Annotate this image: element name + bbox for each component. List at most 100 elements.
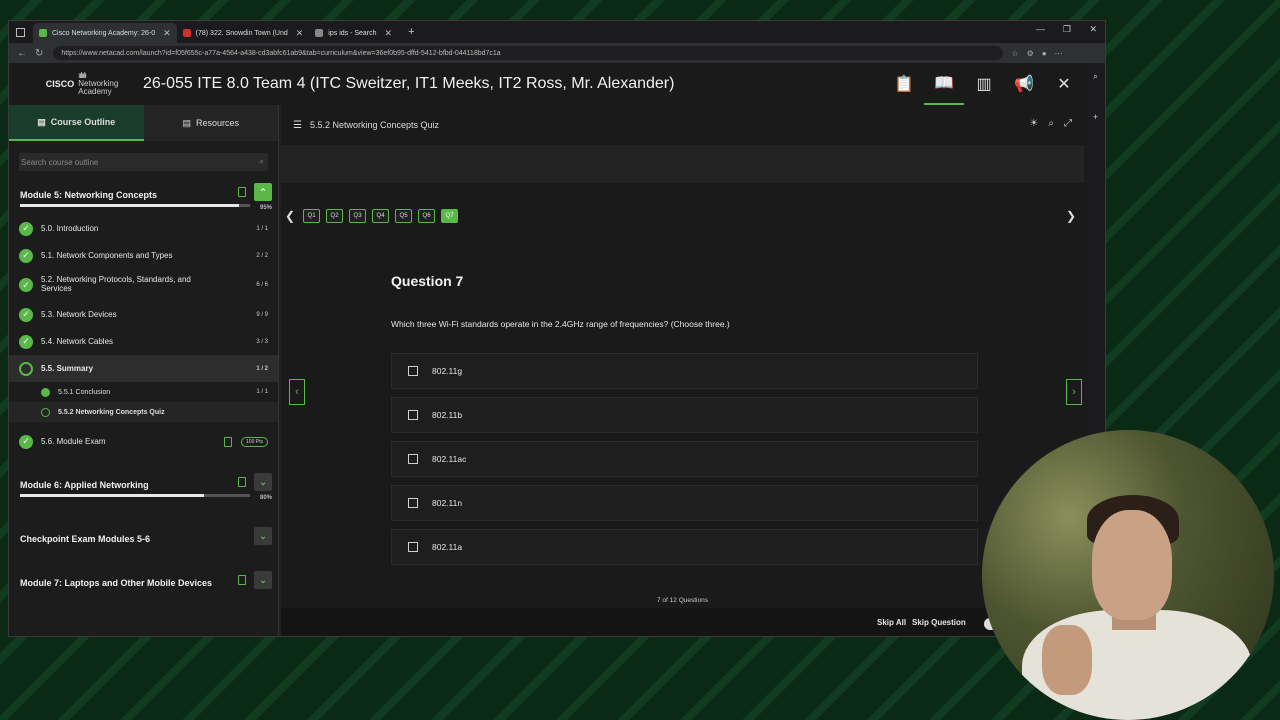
check-icon: ✓ <box>19 248 33 263</box>
minimize-icon[interactable]: — <box>1036 24 1045 34</box>
menu-icon[interactable]: ⋯ <box>1055 49 1063 58</box>
search-placeholder: Search course outline <box>21 157 99 167</box>
browser-tab-netacad[interactable]: Cisco Networking Academy: 26-0 ✕ <box>33 23 177 43</box>
course-title: 26-055 ITE 8.0 Team 4 (ITC Sweitzer, IT1… <box>143 75 675 92</box>
url-field[interactable]: https://www.netacad.com/launch?id=f05f65… <box>53 46 1004 60</box>
next-question-icon[interactable]: ❯ <box>1066 209 1076 223</box>
search-icon[interactable]: ⌕ <box>1048 118 1054 129</box>
option-label: 802.11b <box>432 410 463 420</box>
search-icon[interactable]: ⌕ <box>1084 71 1105 82</box>
search-icon[interactable]: ⌕ <box>260 157 264 167</box>
close-tab-icon[interactable]: ✕ <box>163 28 171 39</box>
checkbox[interactable] <box>408 410 418 420</box>
prev-page-icon[interactable]: ‹ <box>289 379 305 405</box>
complete-dot-icon <box>41 387 50 397</box>
module-6-header[interactable]: Module 6: Applied Networking ⌄ 80% <box>9 471 278 501</box>
bookmark-icon[interactable]: ☆ <box>1011 49 1018 58</box>
chevron-down-icon[interactable]: ⌄ <box>254 527 272 545</box>
question-chip[interactable]: Q3 <box>349 209 367 223</box>
question-chip[interactable]: Q1 <box>303 209 321 223</box>
book-icon[interactable]: 📖 <box>924 63 964 105</box>
expand-icon[interactable]: ⤢ <box>1064 118 1072 129</box>
checkbox[interactable] <box>408 366 418 376</box>
tab-course-outline[interactable]: ▤ Course Outline <box>9 105 144 141</box>
close-course-icon[interactable]: ✕ <box>1044 63 1084 105</box>
outline-item-5-4[interactable]: ✓ 5.4. Network Cables 3 / 3 <box>9 328 278 355</box>
module-progress-bar <box>20 204 250 207</box>
module-title: Module 6: Applied Networking <box>20 480 149 490</box>
grades-chart-icon[interactable]: ▥ <box>964 63 1004 105</box>
outline-search-input[interactable]: Search course outline ⌕ <box>19 153 268 171</box>
tab-label: Cisco Networking Academy: 26-0 <box>52 29 156 37</box>
answer-option[interactable]: 802.11b <box>391 397 978 433</box>
add-icon[interactable]: + <box>1084 112 1105 122</box>
checkbox[interactable] <box>408 454 418 464</box>
question-chip[interactable]: Q2 <box>326 209 344 223</box>
answer-option[interactable]: 802.11a <box>391 529 978 565</box>
reload-icon[interactable]: ↻ <box>35 48 43 59</box>
chevron-down-icon[interactable]: ⌄ <box>254 571 272 589</box>
outline-item-5-5[interactable]: 5.5. Summary 1 / 2 <box>9 355 278 382</box>
clipboard-icon[interactable]: 📋 <box>884 63 924 105</box>
search-favicon-icon <box>315 29 324 37</box>
tab-actions-icon[interactable] <box>16 27 25 37</box>
answer-option[interactable]: 802.11n <box>391 485 978 521</box>
resources-icon: ▤ <box>182 117 191 128</box>
outline-subitem-5-5-1[interactable]: 5.5.1 Conclusion 1 / 1 <box>9 382 278 402</box>
tab-label: (78) 322. Snowdin Town (Und <box>195 29 288 37</box>
item-label: 5.5. Summary <box>41 364 94 373</box>
app-header: ıılıılı CISCO Networking Academy 26-055 … <box>9 63 1084 105</box>
cisco-logo[interactable]: ıılıılı CISCO Networking Academy <box>41 72 123 96</box>
close-tab-icon[interactable]: ✕ <box>385 28 393 39</box>
check-icon: ✓ <box>19 307 33 322</box>
profile-icon[interactable]: ● <box>1042 49 1047 58</box>
item-count: 1 / 1 <box>256 225 268 232</box>
logo-academy-text: Academy <box>78 87 112 96</box>
outline-item-5-6[interactable]: ✓ 5.6. Module Exam 100 Pts <box>9 428 278 455</box>
restore-icon[interactable]: ❐ <box>1063 24 1071 35</box>
netacad-favicon-icon <box>39 29 47 37</box>
back-icon[interactable]: ← <box>17 48 27 59</box>
checkpoint-exam-header[interactable]: Checkpoint Exam Modules 5-6 ⌄ <box>9 525 278 553</box>
outline-item-5-1[interactable]: ✓ 5.1. Network Components and Types 2 / … <box>9 242 278 269</box>
answer-option[interactable]: 802.11g <box>391 353 978 389</box>
outline-item-5-3[interactable]: ✓ 5.3. Network Devices 9 / 9 <box>9 301 278 328</box>
logo-cisco-text: CISCO <box>45 79 75 89</box>
announcements-icon[interactable]: 📢 <box>1004 63 1044 105</box>
browser-tab-search[interactable]: ips ids - Search ✕ <box>309 23 398 43</box>
address-bar-row: ← ↻ https://www.netacad.com/launch?id=f0… <box>9 43 1105 63</box>
answer-option[interactable]: 802.11ac <box>391 441 978 477</box>
question-chip-current[interactable]: Q7 <box>441 209 459 223</box>
outline-item-5-2[interactable]: ✓ 5.2. Networking Protocols, Standards, … <box>9 269 278 301</box>
module-5-header[interactable]: Module 5: Networking Concepts ⌃ 95% <box>9 181 278 211</box>
option-label: 802.11n <box>432 498 463 508</box>
question-chip[interactable]: Q6 <box>418 209 436 223</box>
new-tab-icon[interactable]: + <box>408 26 414 38</box>
subitem-label: 5.5.2 Networking Concepts Quiz <box>58 408 165 416</box>
outline-item-5-0[interactable]: ✓ 5.0. Introduction 1 / 1 <box>9 215 278 242</box>
browser-tab-youtube[interactable]: (78) 322. Snowdin Town (Und ✕ <box>177 23 310 43</box>
close-window-icon[interactable]: ✕ <box>1089 24 1097 35</box>
tab-resources[interactable]: ▤ Resources <box>143 105 278 141</box>
question-chip[interactable]: Q4 <box>372 209 390 223</box>
chevron-up-icon[interactable]: ⌃ <box>254 183 272 201</box>
prev-question-icon[interactable]: ❮ <box>285 209 295 223</box>
close-tab-icon[interactable]: ✕ <box>296 28 304 39</box>
outline-subitem-5-5-2[interactable]: 5.5.2 Networking Concepts Quiz <box>9 402 278 422</box>
brightness-icon[interactable]: ☀ <box>1029 118 1038 129</box>
checkbox[interactable] <box>408 498 418 508</box>
skip-question-button[interactable]: Skip Question <box>912 618 966 627</box>
tab-label: ips ids - Search <box>328 29 377 37</box>
question-text: Which three Wi-Fi standards operate in t… <box>391 319 730 329</box>
skip-all-button[interactable]: Skip All <box>877 618 906 627</box>
module-7-header[interactable]: Module 7: Laptops and Other Mobile Devic… <box>9 569 278 597</box>
extensions-icon[interactable]: ⚙ <box>1027 49 1034 58</box>
next-page-icon[interactable]: › <box>1066 379 1082 405</box>
chevron-down-icon[interactable]: ⌄ <box>254 473 272 491</box>
tab-label: Resources <box>195 118 240 128</box>
question-chip[interactable]: Q5 <box>395 209 413 223</box>
subitem-label: 5.5.1 Conclusion <box>58 388 111 396</box>
collapse-menu-icon[interactable]: ☰ <box>293 120 302 131</box>
clipboard-icon <box>238 575 246 585</box>
checkbox[interactable] <box>408 542 418 552</box>
